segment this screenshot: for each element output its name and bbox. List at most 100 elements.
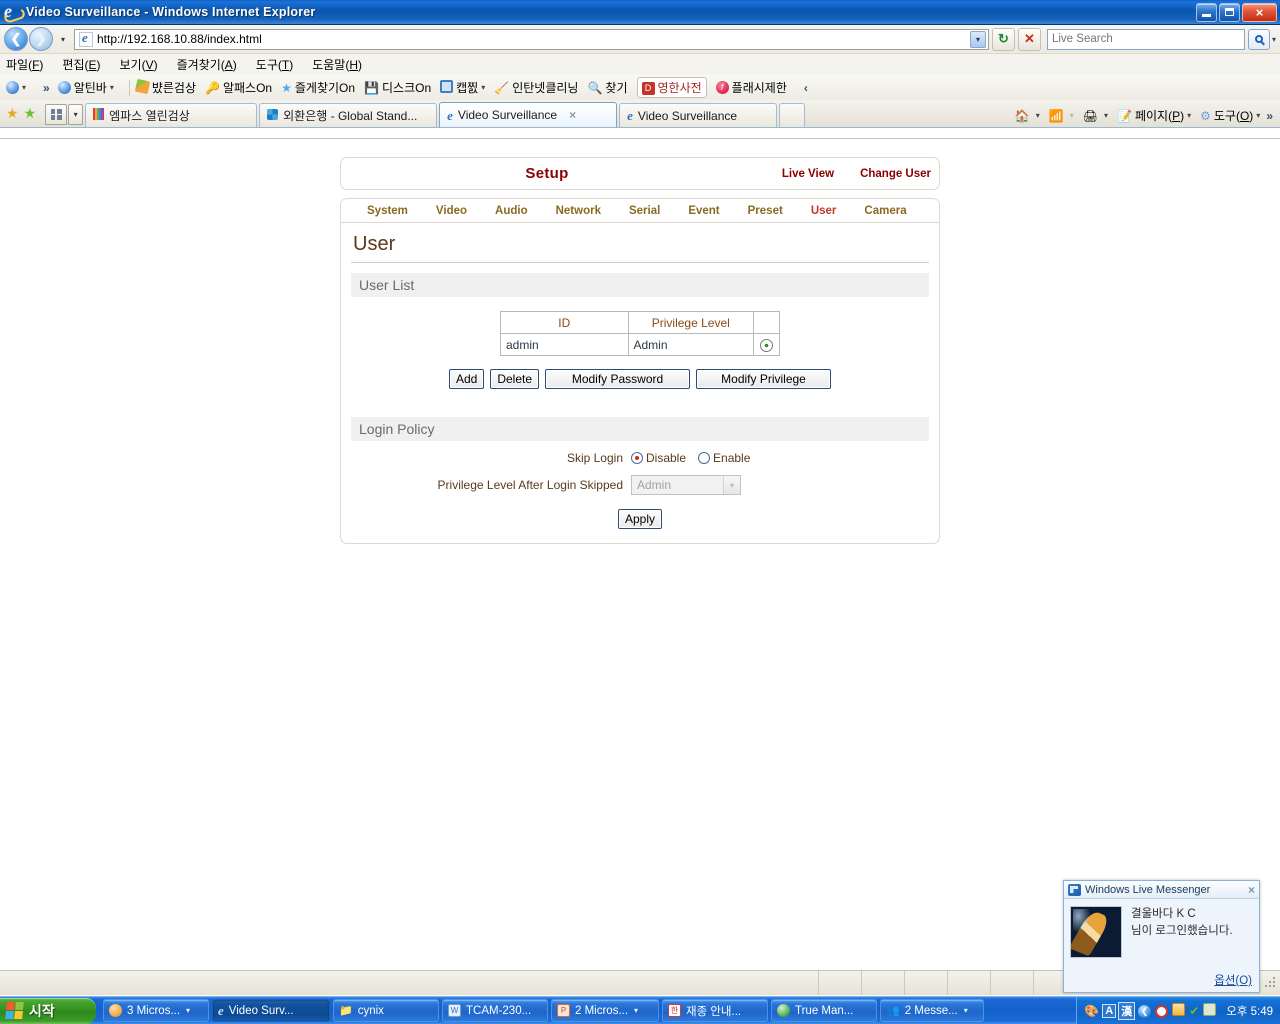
taskbar-item-true-man[interactable]: True Man... bbox=[771, 999, 877, 1022]
show-hidden-icons-icon[interactable]: ❮ bbox=[1138, 1003, 1152, 1018]
find-button[interactable]: 🔍 찾기 bbox=[587, 79, 627, 96]
internet-cleaning-button[interactable]: 🧹 인탄넷클리닝 bbox=[494, 79, 578, 96]
clock[interactable]: 오후 5:49 bbox=[1226, 1003, 1273, 1019]
chevron-down-icon[interactable]: ▾ bbox=[723, 476, 740, 494]
taskbar-item-cynix[interactable]: 📁 cynix bbox=[333, 999, 439, 1022]
close-icon[interactable]: × bbox=[1248, 883, 1255, 897]
print-button[interactable]: 🖨 ▾ bbox=[1083, 109, 1108, 123]
history-dropdown-icon[interactable]: ▾ bbox=[56, 35, 70, 44]
taskbar-item-video-surveillance[interactable]: e Video Surv... bbox=[212, 999, 330, 1022]
refresh-icon[interactable]: ↻ bbox=[991, 27, 1015, 51]
ime-hanja-icon[interactable]: 漢 bbox=[1118, 1001, 1136, 1020]
dictionary-button[interactable]: D 영한사전 bbox=[636, 77, 707, 98]
alpass-button[interactable]: 🔑 알패스On bbox=[205, 79, 272, 96]
menu-item-file[interactable]: 파일(F) bbox=[6, 56, 43, 73]
search-icon[interactable] bbox=[1247, 28, 1270, 50]
tab-video-surveillance-1[interactable]: e Video Surveillance × bbox=[439, 102, 618, 127]
quick-tabs-icon[interactable] bbox=[45, 104, 68, 125]
cell-row-select[interactable] bbox=[753, 333, 780, 356]
capture-caret-icon[interactable]: ▾ bbox=[481, 83, 485, 92]
ime-letter-icon[interactable]: A bbox=[1102, 1003, 1117, 1018]
table-row[interactable]: admin Admin bbox=[500, 333, 780, 356]
altoolbar-button[interactable]: 알틴바 ▾ bbox=[57, 79, 114, 96]
delete-button[interactable]: Delete bbox=[490, 369, 540, 389]
new-tab-button[interactable] bbox=[779, 103, 806, 127]
commands-overflow-icon[interactable]: » bbox=[1266, 109, 1273, 123]
menu-item-tools[interactable]: 도구(T) bbox=[256, 56, 293, 73]
menu-item-help[interactable]: 도움말(H) bbox=[312, 56, 362, 73]
page-menu-button[interactable]: 📝 페이지(P) ▾ bbox=[1117, 107, 1191, 124]
messenger-toast[interactable]: Windows Live Messenger × 결울바다 K C 님이 로그인… bbox=[1063, 880, 1260, 993]
close-button[interactable]: × bbox=[1242, 2, 1277, 22]
feeds-caret-icon[interactable]: ▾ bbox=[1070, 111, 1074, 120]
add-button[interactable]: Add bbox=[448, 369, 485, 389]
tab-video[interactable]: Video bbox=[422, 205, 481, 217]
search-input-wrapper[interactable] bbox=[1046, 28, 1245, 50]
skip-login-enable-label[interactable]: Enable bbox=[713, 451, 750, 465]
tab-serial[interactable]: Serial bbox=[615, 205, 674, 217]
taskbar-item-messenger[interactable]: 👥 2 Messe... ▾ bbox=[880, 999, 984, 1022]
antivirus-ok-icon[interactable]: ✔ bbox=[1189, 1004, 1199, 1018]
minimize-button[interactable] bbox=[1196, 2, 1217, 22]
disk-on-button[interactable]: 💾 디스크On bbox=[364, 79, 431, 96]
modify-password-button[interactable]: Modify Password bbox=[545, 369, 691, 389]
paint-icon[interactable]: 🎨 bbox=[1084, 1004, 1099, 1018]
add-to-favorites-icon[interactable]: ★ bbox=[24, 105, 37, 122]
address-bar[interactable]: http://192.168.10.88/index.html ▾ bbox=[74, 28, 989, 50]
close-icon[interactable]: × bbox=[569, 108, 576, 122]
taskbar-item-powerpoint[interactable]: P 2 Micros... ▾ bbox=[551, 999, 659, 1022]
tab-system[interactable]: System bbox=[353, 205, 422, 217]
fast-search-button[interactable]: 뱠른검상 bbox=[134, 78, 196, 96]
menu-item-favorites[interactable]: 즐겨찾기(A) bbox=[177, 56, 237, 73]
privilege-after-skip-select[interactable]: Admin ▾ bbox=[631, 475, 741, 495]
tab-empas[interactable]: 엠파스 열린검상 bbox=[85, 103, 258, 127]
forward-button[interactable]: ❯ bbox=[29, 27, 53, 51]
tab-network[interactable]: Network bbox=[542, 205, 615, 217]
windows-orb-icon[interactable]: ▾ bbox=[6, 81, 26, 94]
home-button[interactable]: 🏠 ▾ bbox=[1015, 109, 1040, 123]
feeds-button[interactable]: 📶 ▾ bbox=[1049, 109, 1074, 123]
taskbar-item-outlook[interactable]: 3 Micros... ▾ bbox=[103, 999, 209, 1022]
home-caret-icon[interactable]: ▾ bbox=[1036, 111, 1040, 120]
tab-audio[interactable]: Audio bbox=[481, 205, 542, 217]
skip-login-disable-label[interactable]: Disable bbox=[646, 451, 686, 465]
resize-grip[interactable] bbox=[1265, 977, 1277, 989]
tools-caret-icon[interactable]: ▾ bbox=[1256, 111, 1260, 120]
block-icon[interactable] bbox=[1155, 1003, 1169, 1018]
tab-list-caret-icon[interactable]: ▾ bbox=[68, 104, 84, 125]
chevron-down-icon[interactable]: ▾ bbox=[186, 1006, 190, 1015]
mail-icon[interactable] bbox=[1172, 1002, 1186, 1019]
tab-preset[interactable]: Preset bbox=[734, 205, 797, 217]
tab-video-surveillance-2[interactable]: e Video Surveillance bbox=[619, 103, 778, 127]
start-button[interactable]: 시작 bbox=[0, 997, 96, 1024]
skip-login-enable-radio[interactable] bbox=[698, 452, 711, 464]
toolbar-collapse-icon[interactable]: ‹ bbox=[804, 81, 808, 95]
favorites-on-button[interactable]: ★ 즐게찾기On bbox=[281, 79, 355, 96]
tab-user[interactable]: User bbox=[797, 205, 851, 217]
star-icon[interactable]: ★ bbox=[6, 105, 19, 122]
page-caret-icon[interactable]: ▾ bbox=[1187, 111, 1191, 120]
print-caret-icon[interactable]: ▾ bbox=[1104, 111, 1108, 120]
chevron-down-icon[interactable]: ▾ bbox=[634, 1006, 638, 1015]
tab-camera[interactable]: Camera bbox=[850, 205, 920, 217]
notes-icon[interactable] bbox=[1203, 1002, 1217, 1019]
capture-button[interactable]: 캡찘 ▾ bbox=[440, 79, 485, 96]
modify-privilege-button[interactable]: Modify Privilege bbox=[696, 369, 832, 389]
row-select-radio[interactable] bbox=[760, 338, 774, 352]
menu-item-edit[interactable]: 편집(E) bbox=[62, 56, 100, 73]
restore-button[interactable] bbox=[1219, 2, 1240, 22]
stop-icon[interactable]: ✕ bbox=[1017, 27, 1041, 51]
toolbar-overflow-icon[interactable]: » bbox=[43, 81, 50, 95]
search-provider-caret-icon[interactable]: ▾ bbox=[1272, 35, 1276, 44]
orb-caret-icon[interactable]: ▾ bbox=[22, 83, 26, 92]
tab-event[interactable]: Event bbox=[674, 205, 733, 217]
apply-button[interactable]: Apply bbox=[617, 509, 663, 529]
chevron-down-icon[interactable]: ▾ bbox=[964, 1006, 968, 1015]
taskbar-item-tcam230[interactable]: W TCAM-230... bbox=[442, 999, 548, 1022]
tools-menu-button[interactable]: ⚙ 도구(O) ▾ bbox=[1200, 107, 1260, 124]
search-input[interactable] bbox=[1051, 33, 1240, 45]
taskbar-item-hwp-doc[interactable]: 한 재종 안내... bbox=[662, 999, 768, 1022]
flash-block-button[interactable]: f 플래시제한 bbox=[715, 79, 787, 96]
tab-keb-bank[interactable]: 외환은행 - Global Stand... bbox=[259, 103, 438, 127]
back-button[interactable]: ❮ bbox=[4, 27, 28, 51]
